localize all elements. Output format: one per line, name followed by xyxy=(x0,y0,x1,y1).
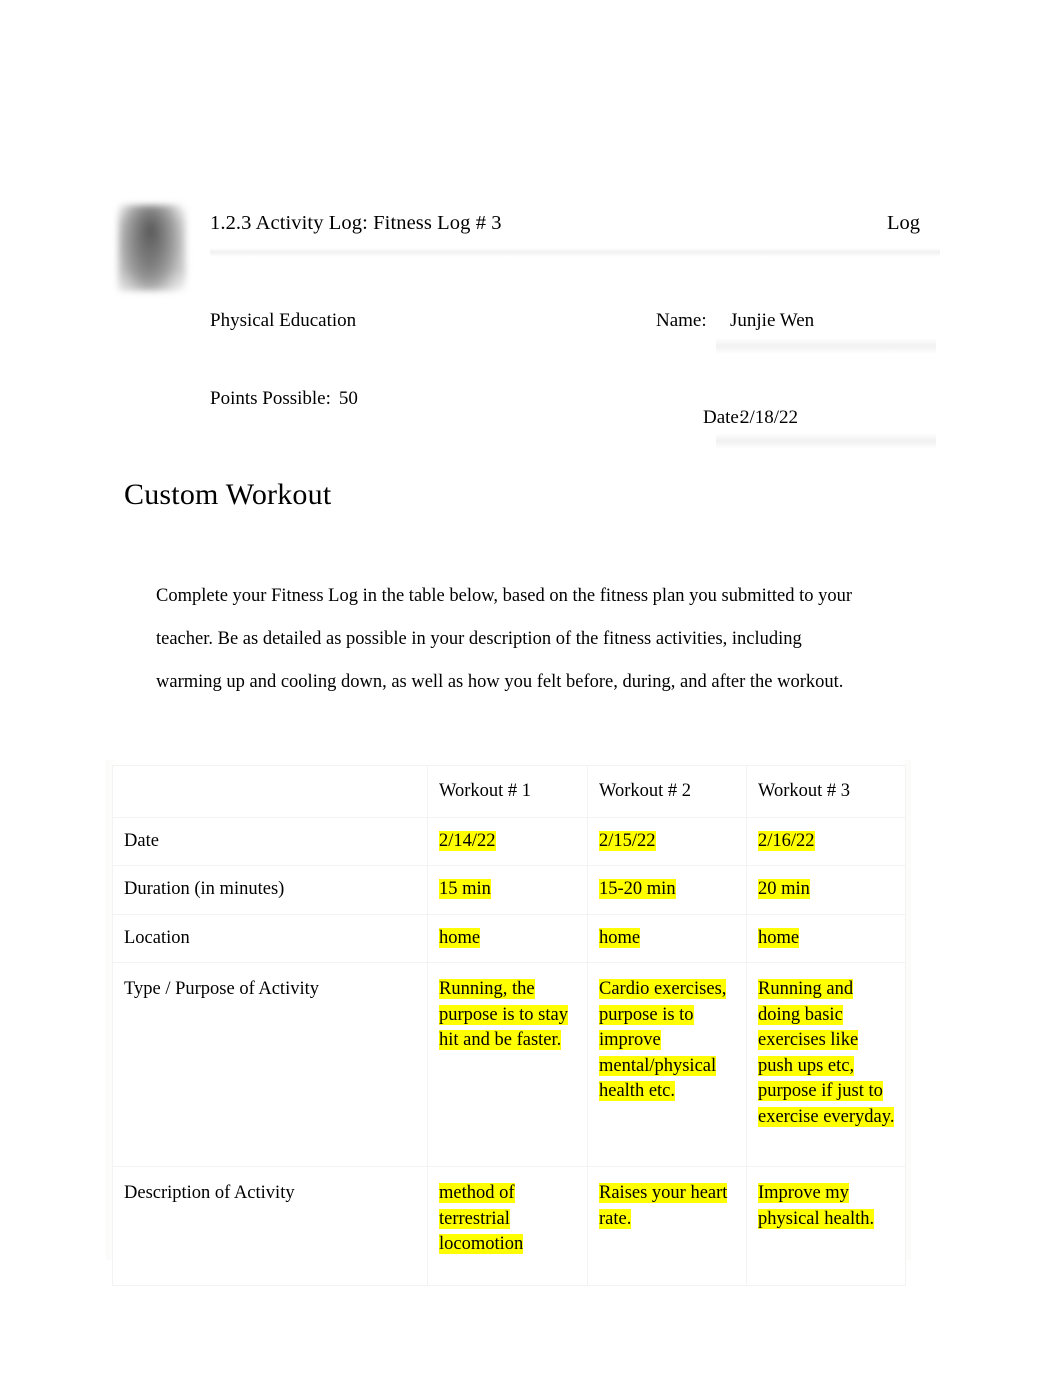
cell-type-purpose-workout-3[interactable]: Running and doing basic exercises like p… xyxy=(746,962,906,1167)
highlighted-answer: 2/16/22 xyxy=(758,830,815,851)
table-row: Description of Activity method of terres… xyxy=(112,1166,906,1286)
cell-location-workout-3[interactable]: home xyxy=(746,913,906,963)
date-label: Date: xyxy=(703,407,745,428)
cell-description-workout-2[interactable]: Raises your heart rate. xyxy=(587,1166,747,1286)
table-row: Location home home home xyxy=(112,913,906,963)
fitness-log-table: Workout # 1 Workout # 2 Workout # 3 Date… xyxy=(112,765,906,1286)
column-header-workout-1: Workout # 1 xyxy=(427,765,588,818)
cell-duration-workout-1[interactable]: 15 min xyxy=(427,865,588,915)
header-divider xyxy=(210,248,940,257)
highlighted-answer: 2/14/22 xyxy=(439,830,496,851)
highlighted-answer: Running, the purpose is to stay hit and … xyxy=(439,979,568,1050)
cell-type-purpose-workout-1[interactable]: Running, the purpose is to stay hit and … xyxy=(427,962,588,1167)
highlighted-answer: Cardio exercises, purpose is to improve … xyxy=(599,979,727,1101)
cell-date-workout-2[interactable]: 2/15/22 xyxy=(587,816,747,866)
subject-label: Physical Education xyxy=(210,310,357,331)
document-page: 1.2.3 Activity Log: Fitness Log # 3 Log … xyxy=(0,0,1062,1377)
highlighted-answer: Improve my physical health. xyxy=(758,1183,875,1229)
highlighted-answer: 15-20 min xyxy=(599,879,676,899)
row-label-date: Date xyxy=(112,816,428,866)
row-label-description: Description of Activity xyxy=(112,1166,428,1286)
cell-date-workout-3[interactable]: 2/16/22 xyxy=(746,816,906,866)
highlighted-answer: 20 min xyxy=(758,879,810,899)
highlighted-answer: home xyxy=(758,927,800,948)
document-header: 1.2.3 Activity Log: Fitness Log # 3 Log xyxy=(118,200,940,300)
highlighted-answer: 15 min xyxy=(439,879,491,899)
row-label-type-purpose: Type / Purpose of Activity xyxy=(112,962,428,1167)
cell-date-workout-1[interactable]: 2/14/22 xyxy=(427,816,588,866)
section-heading: Custom Workout xyxy=(124,478,332,511)
cell-type-purpose-workout-2[interactable]: Cardio exercises, purpose is to improve … xyxy=(587,962,747,1167)
highlighted-answer: home xyxy=(439,927,481,948)
cell-duration-workout-3[interactable]: 20 min xyxy=(746,865,906,915)
table-row: Duration (in minutes) 15 min 15-20 min 2… xyxy=(112,865,906,915)
header-right-label: Log xyxy=(886,212,920,234)
table-row: Date 2/14/22 2/15/22 2/16/22 xyxy=(112,816,906,866)
cell-location-workout-1[interactable]: home xyxy=(427,913,588,963)
cell-description-workout-1[interactable]: method of terrestrial locomotion xyxy=(427,1166,588,1286)
highlighted-answer: 2/15/22 xyxy=(599,830,656,851)
highlighted-answer: Raises your heart rate. xyxy=(599,1183,728,1229)
highlighted-answer: Running and doing basic exercises like p… xyxy=(758,979,895,1127)
name-label: Name: xyxy=(656,310,707,331)
date-value[interactable]: 2/18/22 xyxy=(740,407,798,429)
document-meta: Physical Education Points Possible: 50 Na… xyxy=(118,300,940,450)
points-possible-value: 50 xyxy=(338,388,358,409)
table-corner-cell xyxy=(112,765,428,818)
points-possible: Points Possible: 50 xyxy=(210,388,358,410)
cell-duration-workout-2[interactable]: 15-20 min xyxy=(587,865,747,915)
table-row: Type / Purpose of Activity Running, the … xyxy=(112,962,906,1167)
highlighted-answer: home xyxy=(599,927,641,948)
points-possible-label: Points Possible: xyxy=(210,388,331,409)
instructions-paragraph: Complete your Fitness Log in the table b… xyxy=(156,586,853,692)
school-logo-icon xyxy=(118,205,186,291)
highlighted-answer: method of terrestrial locomotion xyxy=(439,1183,524,1254)
cell-location-workout-2[interactable]: home xyxy=(587,913,747,963)
name-fill-line[interactable] xyxy=(716,338,936,354)
table-header-row: Workout # 1 Workout # 2 Workout # 3 xyxy=(112,765,906,818)
document-title: 1.2.3 Activity Log: Fitness Log # 3 xyxy=(210,212,502,234)
column-header-workout-3: Workout # 3 xyxy=(746,765,906,818)
date-fill-line[interactable] xyxy=(716,433,936,449)
name-value[interactable]: Junjie Wen xyxy=(730,310,814,332)
row-label-duration: Duration (in minutes) xyxy=(112,865,428,915)
row-label-location: Location xyxy=(112,913,428,963)
column-header-workout-2: Workout # 2 xyxy=(587,765,747,818)
cell-description-workout-3[interactable]: Improve my physical health. xyxy=(746,1166,906,1286)
